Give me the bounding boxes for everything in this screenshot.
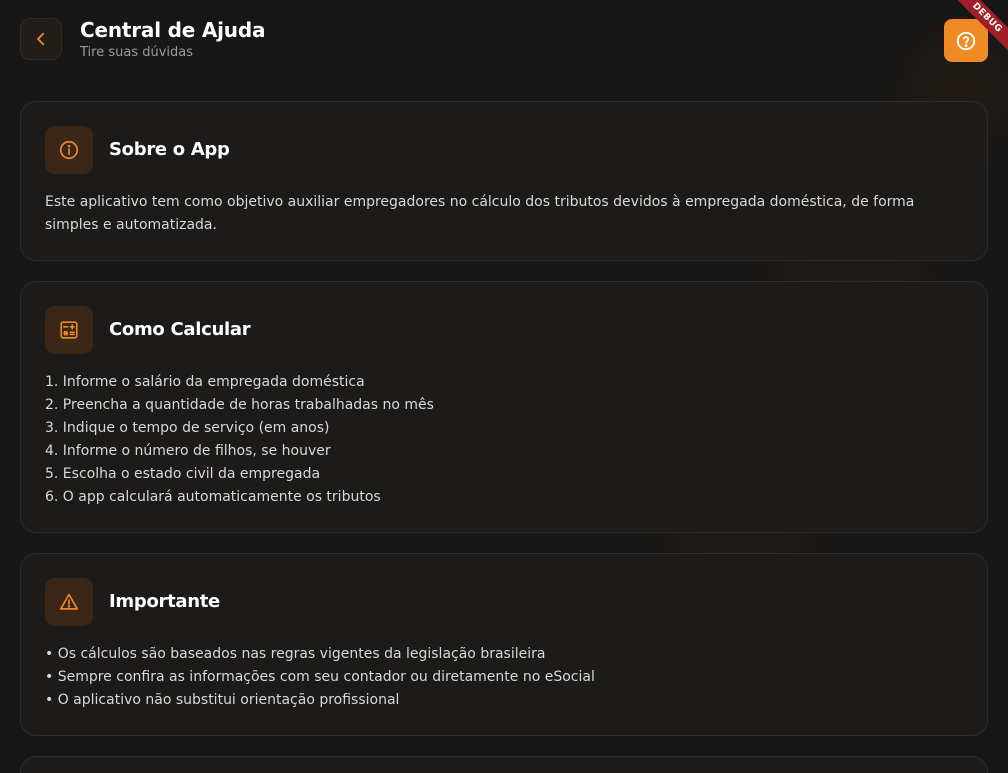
page-subtitle: Tire suas dúvidas	[80, 45, 194, 60]
step-item: 3. Indique o tempo de serviço (em anos)	[45, 420, 330, 436]
help-center-screen: Central de Ajuda Tire suas dúvidas DEBUG	[0, 0, 1008, 773]
important-icon-badge	[45, 578, 93, 626]
how-steps-list: 1. Informe o salário da empregada domést…	[45, 371, 961, 509]
step-item: 2. Preencha a quantidade de horas trabal…	[45, 397, 434, 413]
important-notes-list: • Os cálculos são baseados nas regras vi…	[45, 643, 961, 712]
about-icon-badge	[45, 126, 93, 174]
about-title: Sobre o App	[109, 139, 230, 160]
chevron-left-icon	[32, 30, 50, 48]
calculator-icon	[58, 319, 80, 341]
about-text: Este aplicativo tem como objetivo auxili…	[45, 194, 915, 233]
next-card	[20, 756, 988, 773]
note-item: • O aplicativo não substitui orientação …	[45, 692, 400, 708]
app-header: Central de Ajuda Tire suas dúvidas DEBUG	[0, 0, 1008, 82]
how-title: Como Calcular	[109, 319, 251, 340]
how-icon-badge	[45, 306, 93, 354]
help-circle-icon	[955, 30, 977, 52]
step-item: 1. Informe o salário da empregada domést…	[45, 374, 365, 390]
back-button[interactable]	[20, 18, 62, 60]
step-item: 6. O app calculará automaticamente os tr…	[45, 489, 381, 505]
title-block: Central de Ajuda Tire suas dúvidas	[80, 17, 265, 62]
important-card: Importante • Os cálculos são baseados na…	[20, 553, 988, 736]
important-title: Importante	[109, 591, 220, 612]
how-to-card: Como Calcular 1. Informe o salário da em…	[20, 281, 988, 533]
note-item: • Sempre confira as informações com seu …	[45, 669, 595, 685]
help-button[interactable]	[944, 19, 988, 62]
about-card: Sobre o App Este aplicativo tem como obj…	[20, 101, 988, 261]
note-item: • Os cálculos são baseados nas regras vi…	[45, 646, 546, 662]
step-item: 4. Informe o número de filhos, se houver	[45, 443, 331, 459]
step-item: 5. Escolha o estado civil da empregada	[45, 466, 321, 482]
warning-icon	[58, 591, 80, 613]
page-title: Central de Ajuda	[80, 18, 266, 42]
info-icon	[58, 139, 80, 161]
